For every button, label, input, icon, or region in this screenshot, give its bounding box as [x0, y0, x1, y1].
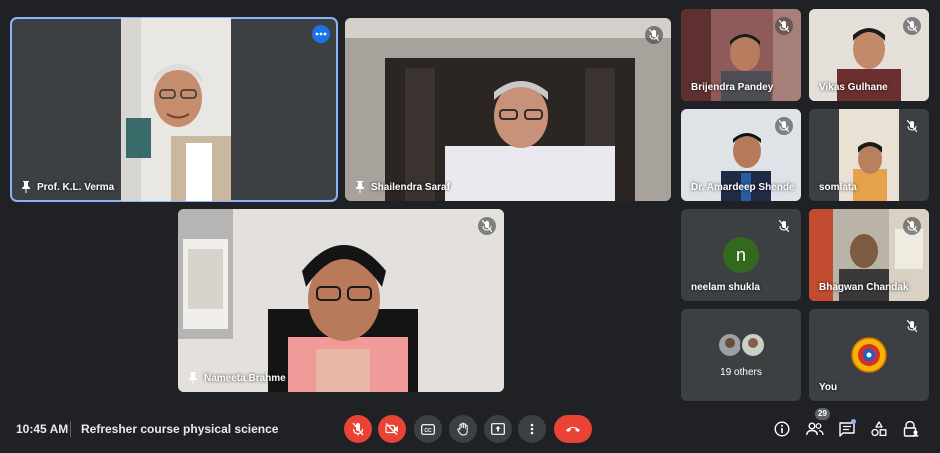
self-tile[interactable]: You	[809, 309, 929, 401]
chat-unread-dot	[851, 419, 856, 424]
people-button[interactable]	[805, 419, 825, 439]
mic-off-icon	[649, 29, 659, 41]
participant-name: Shailendra Saraf	[355, 181, 450, 193]
people-icon	[806, 422, 824, 436]
activities-icon	[871, 421, 887, 437]
participant-tile-brijendra-pandey[interactable]: Brijendra Pandey	[681, 9, 801, 101]
participant-name: Prof. K.L. Verma	[21, 181, 114, 193]
people-count-badge: 29	[815, 408, 830, 420]
participant-tile-amardeep-shende[interactable]: Dr. Amardeep Shende	[681, 109, 801, 201]
captions-icon: CC	[421, 423, 435, 435]
pin-icon	[22, 181, 30, 193]
participant-video	[121, 18, 231, 201]
mic-off-icon	[779, 220, 789, 232]
mic-off-icon	[779, 120, 789, 132]
mic-muted-indicator	[775, 217, 793, 235]
participant-name: neelam shukla	[691, 282, 760, 293]
info-icon	[774, 421, 790, 437]
activities-button[interactable]	[869, 419, 889, 439]
toggle-camera-button[interactable]	[378, 415, 406, 443]
participant-tile-bhagwan-chandak[interactable]: Bhagwan Chandak	[809, 209, 929, 301]
mic-muted-indicator	[903, 17, 921, 35]
host-controls-button[interactable]	[901, 419, 921, 439]
mic-muted-indicator	[775, 117, 793, 135]
mic-muted-indicator	[903, 217, 921, 235]
mic-muted-indicator	[645, 26, 663, 44]
mic-muted-indicator	[903, 317, 921, 335]
mic-off-icon	[907, 120, 917, 132]
hand-icon	[457, 422, 468, 436]
meeting-title: Refresher course physical science	[81, 422, 279, 436]
bottom-toolbar: 10:45 AM Refresher course physical scien…	[0, 405, 940, 453]
pin-icon	[356, 181, 364, 193]
participant-name: You	[819, 382, 838, 393]
others-tile[interactable]: 19 others	[681, 309, 801, 401]
participant-tile-kl-verma[interactable]: Prof. K.L. Verma	[10, 17, 338, 202]
more-vert-icon	[530, 423, 534, 435]
more-horiz-icon	[315, 32, 327, 36]
captions-button[interactable]: CC	[414, 415, 442, 443]
mic-off-icon	[907, 220, 917, 232]
participant-name: Brijendra Pandey	[691, 82, 774, 93]
participant-tile-somlata[interactable]: somlata	[809, 109, 929, 201]
participant-tile-neelam-shukla[interactable]: n neelam shukla	[681, 209, 801, 301]
participant-video	[178, 209, 504, 392]
participant-name: somlata	[819, 182, 857, 193]
participant-tile-vikas-gulhane[interactable]: Vikas Gulhane	[809, 9, 929, 101]
end-call-icon	[566, 427, 580, 432]
current-time: 10:45 AM	[16, 422, 69, 436]
pin-icon	[189, 372, 197, 384]
participant-name: Vikas Gulhane	[819, 82, 888, 93]
mic-off-icon	[779, 20, 789, 32]
mic-off-icon	[907, 320, 917, 332]
present-screen-icon	[491, 423, 505, 435]
more-options-button[interactable]	[312, 25, 330, 43]
leave-call-button[interactable]	[554, 415, 592, 443]
more-options-button[interactable]	[518, 415, 546, 443]
avatar: n	[723, 237, 759, 273]
participant-video	[345, 18, 671, 201]
participant-tile-nameeta-brahme[interactable]: Nameeta Brahme	[178, 209, 504, 392]
participant-name: Bhagwan Chandak	[819, 282, 909, 293]
raise-hand-button[interactable]	[449, 415, 477, 443]
participant-name: Nameeta Brahme	[188, 372, 286, 384]
self-avatar-logo	[851, 337, 887, 373]
mic-off-icon	[482, 220, 492, 232]
others-avatars	[717, 332, 766, 358]
others-count-label: 19 others	[720, 367, 762, 378]
svg-text:CC: CC	[424, 427, 432, 433]
participant-tile-shailendra-saraf[interactable]: Shailendra Saraf	[345, 18, 671, 201]
divider	[70, 421, 71, 437]
mic-muted-indicator	[478, 217, 496, 235]
participant-name: Dr. Amardeep Shende	[691, 182, 795, 193]
mic-muted-indicator	[775, 17, 793, 35]
mic-off-icon	[907, 20, 917, 32]
mic-muted-indicator	[903, 117, 921, 135]
camera-off-icon	[385, 423, 398, 435]
meeting-details-button[interactable]	[772, 419, 792, 439]
present-now-button[interactable]	[484, 415, 512, 443]
toggle-mic-button[interactable]	[344, 415, 372, 443]
lock-person-icon	[903, 421, 919, 437]
mic-off-icon	[352, 422, 364, 436]
